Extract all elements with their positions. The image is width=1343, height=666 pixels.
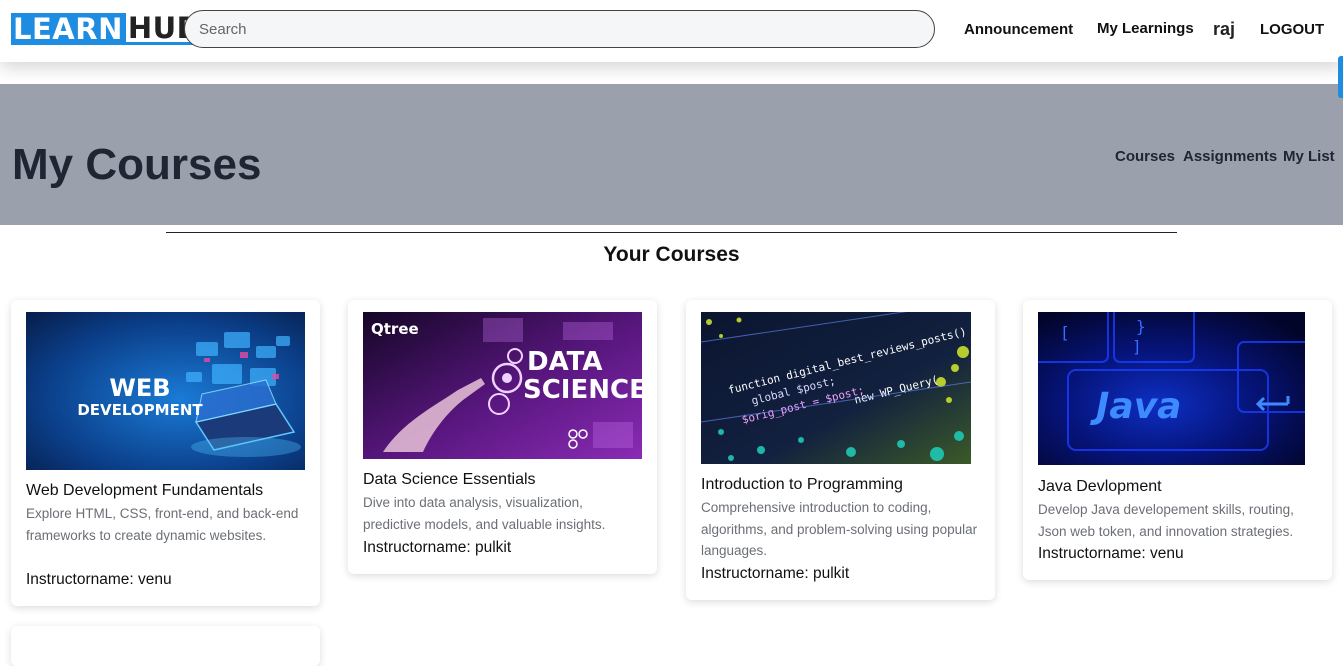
web-image-label-2: DEVELOPMENT bbox=[77, 401, 203, 419]
web-image-label-1: WEB bbox=[109, 374, 170, 402]
svg-text:[: [ bbox=[1060, 323, 1070, 342]
banner-link-courses[interactable]: Courses bbox=[1115, 148, 1175, 165]
course-description: Explore HTML, CSS, front-end, and back-e… bbox=[26, 506, 299, 543]
data-science-image-label-2: SCIENCE bbox=[523, 375, 642, 405]
course-title[interactable]: Web Development Fundamentals bbox=[26, 482, 263, 500]
page-banner: My Courses Courses Assignments My List bbox=[0, 84, 1343, 225]
svg-text:}: } bbox=[1136, 317, 1146, 336]
section-divider bbox=[166, 232, 1177, 233]
section-title: Your Courses bbox=[603, 243, 740, 266]
banner-link-my-list[interactable]: My List bbox=[1283, 148, 1335, 165]
banner-link-assignments[interactable]: Assignments bbox=[1183, 148, 1277, 165]
svg-text:]: ] bbox=[1132, 337, 1142, 356]
course-title[interactable]: Java Devlopment bbox=[1038, 478, 1162, 496]
data-science-image-label-1: DATA bbox=[527, 347, 603, 377]
course-card-web-development[interactable]: WEB DEVELOPMENT Web Development Fundamen… bbox=[11, 300, 320, 606]
course-card-data-science[interactable]: Qtree DATA SCIENCE Data Science Essentia… bbox=[348, 300, 657, 574]
course-instructor: Instructorname: venu bbox=[26, 571, 172, 588]
nav-link-my-learnings[interactable]: My Learnings bbox=[1097, 20, 1194, 37]
course-card-java[interactable]: [ } ] Java Java Devlopment Develop Java … bbox=[1023, 300, 1332, 580]
course-image-java[interactable]: [ } ] Java bbox=[1038, 312, 1305, 465]
course-description: Comprehensive introduction to coding, al… bbox=[701, 500, 978, 558]
course-instructor: Instructorname: pulkit bbox=[701, 565, 850, 582]
scrollbar-thumb[interactable] bbox=[1338, 56, 1343, 98]
course-image-data-science[interactable]: Qtree DATA SCIENCE bbox=[363, 312, 642, 459]
course-card-programming[interactable]: function digital_best_reviews_posts() gl… bbox=[686, 300, 995, 600]
course-instructor: Instructorname: pulkit bbox=[363, 539, 512, 556]
course-image-web-development[interactable]: WEB DEVELOPMENT bbox=[26, 312, 305, 470]
course-title[interactable]: Introduction to Programming bbox=[701, 476, 903, 494]
logo-learn-text: LEARN bbox=[11, 13, 126, 45]
course-image-programming[interactable]: function digital_best_reviews_posts() gl… bbox=[701, 312, 971, 464]
course-instructor: Instructorname: venu bbox=[1038, 545, 1184, 562]
course-card-next-row[interactable] bbox=[11, 626, 320, 666]
course-description: Develop Java developement skills, routin… bbox=[1038, 502, 1294, 539]
nav-link-announcement[interactable]: Announcement bbox=[964, 21, 1073, 38]
page-title: My Courses bbox=[12, 140, 262, 189]
qtree-brand-text: Qtree bbox=[371, 320, 419, 338]
logout-button[interactable]: LOGOUT bbox=[1260, 21, 1324, 38]
course-description: Dive into data analysis, visualization, … bbox=[363, 495, 606, 532]
top-navbar: LEARN HUB Announcement My Learnings raj … bbox=[0, 0, 1343, 62]
java-image-label: Java bbox=[1090, 386, 1181, 427]
user-name: raj bbox=[1213, 19, 1236, 39]
course-title[interactable]: Data Science Essentials bbox=[363, 471, 536, 489]
search-input[interactable] bbox=[184, 10, 935, 48]
learnhub-logo[interactable]: LEARN HUB bbox=[11, 13, 200, 45]
